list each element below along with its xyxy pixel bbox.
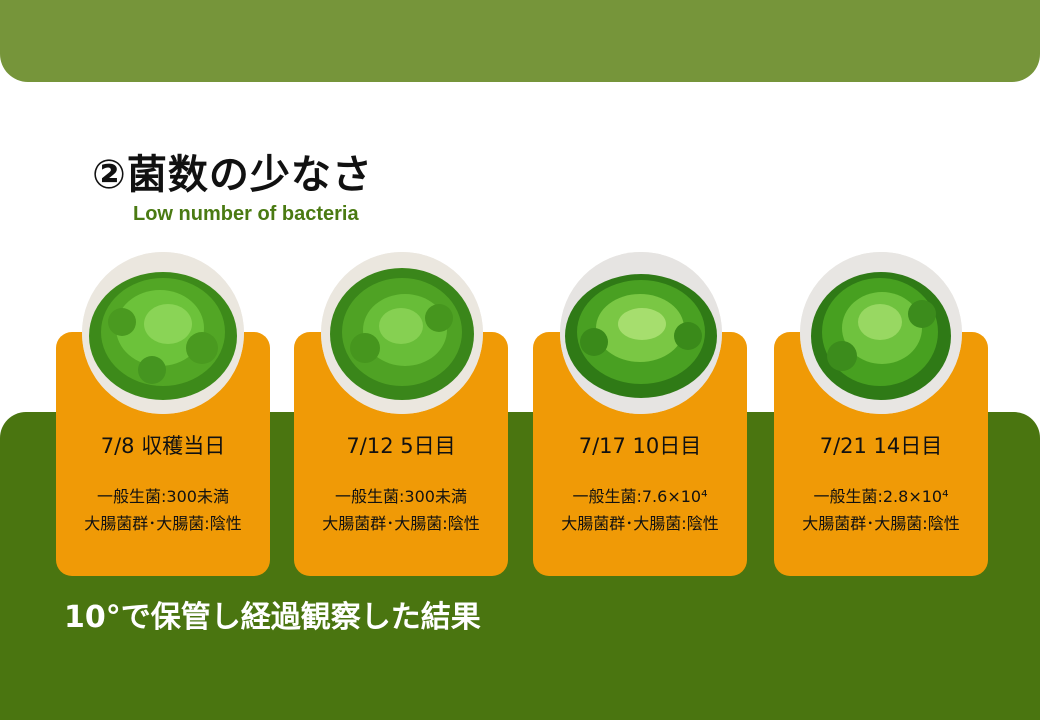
general-bacteria-count: 一般生菌:300未満 <box>335 487 467 506</box>
lettuce-photo-day14 <box>800 252 962 414</box>
general-bacteria-count: 一般生菌:7.6×10⁴ <box>572 487 708 506</box>
lettuce-photo-day5 <box>321 252 483 414</box>
storage-note: 10°で保管し経過観察した結果 <box>64 600 481 635</box>
card-date: 7/12 5日目 <box>346 434 456 458</box>
general-bacteria-count: 一般生菌:2.8×10⁴ <box>813 487 949 506</box>
page-subtitle: Low number of bacteria <box>133 203 359 225</box>
lettuce-photo-day0 <box>82 252 244 414</box>
page-title: ②菌数の少なさ <box>92 152 373 198</box>
card-date: 7/8 収穫当日 <box>100 434 226 458</box>
coliform-result: 大腸菌群･大腸菌:陰性 <box>322 514 480 533</box>
card-date: 7/21 14日目 <box>819 434 943 458</box>
card-date: 7/17 10日目 <box>578 434 702 458</box>
coliform-result: 大腸菌群･大腸菌:陰性 <box>802 514 960 533</box>
coliform-result: 大腸菌群･大腸菌:陰性 <box>561 514 719 533</box>
coliform-result: 大腸菌群･大腸菌:陰性 <box>84 514 242 533</box>
general-bacteria-count: 一般生菌:300未満 <box>97 487 229 506</box>
top-banner <box>0 0 1040 82</box>
lettuce-photo-day10 <box>560 252 722 414</box>
